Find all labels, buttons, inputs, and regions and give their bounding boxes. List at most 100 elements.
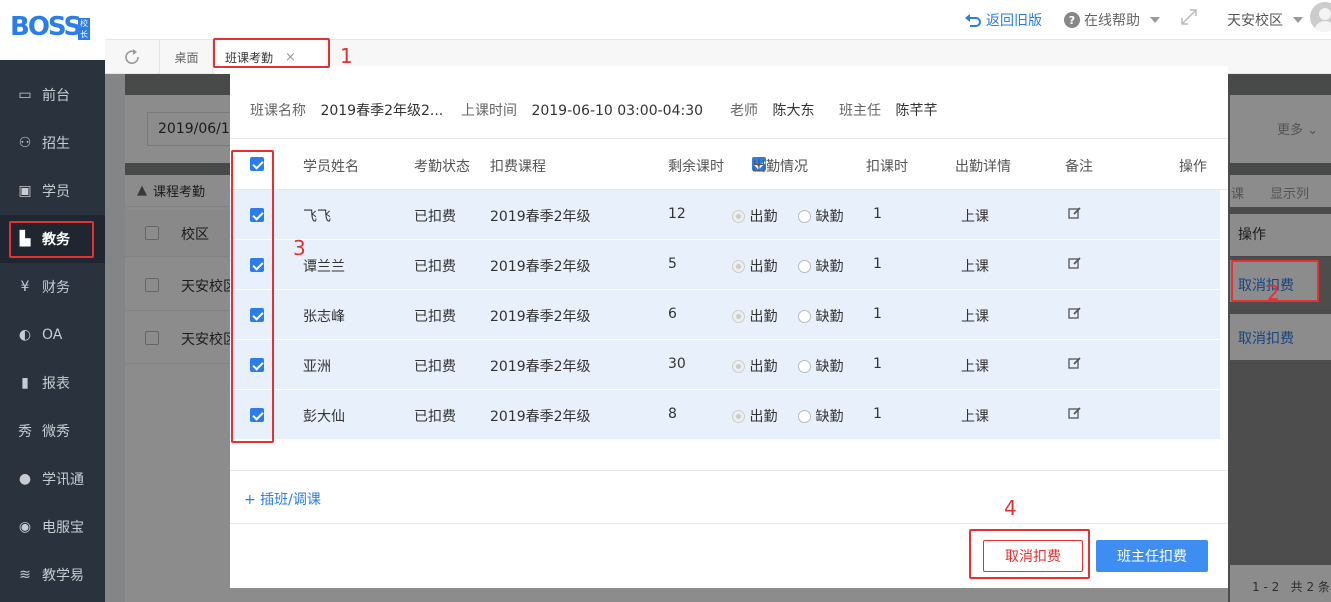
- back-old-version-link[interactable]: 返回旧版: [964, 10, 1042, 30]
- present-radio: [732, 410, 745, 423]
- annotation-number-4: 4: [1004, 496, 1017, 520]
- attendance-detail: 上课: [961, 309, 989, 325]
- sidebar-item-10[interactable]: ≋ 教学易: [0, 551, 105, 599]
- chat-icon: ◐: [18, 327, 32, 343]
- edit-note-icon[interactable]: [1068, 206, 1082, 224]
- absent-radio[interactable]: [798, 210, 811, 223]
- top-bar: 返回旧版 ? 在线帮助 天安校区: [105, 0, 1331, 40]
- campus-selector[interactable]: 天安校区: [1227, 10, 1303, 30]
- sidebar-item-label: 微秀: [42, 424, 70, 440]
- online-help-label: 在线帮助: [1084, 13, 1140, 29]
- head-teacher-charge-button[interactable]: 班主任扣费: [1096, 540, 1208, 572]
- absent-label: 缺勤: [815, 309, 844, 325]
- col-note: 备注: [1065, 159, 1093, 175]
- remaining-hours: 5: [668, 256, 677, 272]
- sidebar-item-8[interactable]: ● 学讯通: [0, 455, 105, 503]
- phone-icon: ◉: [18, 519, 32, 535]
- sidebar-item-7[interactable]: 秀微秀: [0, 407, 105, 455]
- sidebar-item-6[interactable]: ▮ 报表: [0, 359, 105, 407]
- absent-label: 缺勤: [815, 209, 844, 225]
- present-label: 出勤: [749, 259, 778, 275]
- student-name: 张志峰: [303, 309, 345, 325]
- col-attendance: 出勤情况: [752, 159, 808, 175]
- present-radio: [732, 360, 745, 373]
- location-icon: ●: [18, 471, 32, 487]
- student-name: 谭兰兰: [303, 259, 345, 275]
- edit-note-icon[interactable]: [1068, 256, 1082, 274]
- absent-option[interactable]: 缺勤: [798, 306, 843, 326]
- student-row: 谭兰兰 已扣费 2019春季2年级 5 出勤 缺勤 1 上课: [230, 240, 1220, 290]
- book-icon: ≋: [19, 567, 31, 583]
- divider: [230, 470, 1228, 471]
- student-row: 张志峰 已扣费 2019春季2年级 6 出勤 缺勤 1 上课: [230, 290, 1220, 340]
- present-label: 出勤: [749, 409, 778, 425]
- present-label: 出勤: [749, 309, 778, 325]
- avatar[interactable]: [1310, 2, 1331, 32]
- remaining-hours: 12: [668, 206, 686, 222]
- class-info: 班课名称 2019春季2年级2...: [250, 100, 443, 120]
- edit-note-icon[interactable]: [1068, 406, 1082, 424]
- sidebar-item-1[interactable]: ⚇ 招生: [0, 119, 105, 167]
- xiu-icon: 秀: [18, 424, 32, 440]
- online-help-menu[interactable]: ? 在线帮助: [1064, 10, 1160, 30]
- sidebar-item-5[interactable]: ◐ OA: [0, 311, 105, 359]
- student-name: 飞飞: [303, 209, 331, 225]
- sidebar-item-label: 教学易: [42, 568, 84, 584]
- sidebar-item-label: 前台: [42, 88, 70, 104]
- deduct-hours: 1: [873, 256, 882, 272]
- attendance-status: 已扣费: [414, 309, 456, 325]
- sidebar-item-label: 电服宝: [42, 520, 84, 536]
- logo: BOSS 校长: [0, 0, 105, 62]
- col-detail: 出勤详情: [955, 159, 1011, 175]
- attendance-detail: 上课: [961, 209, 989, 225]
- sidebar-item-9[interactable]: ◉ 电服宝: [0, 503, 105, 551]
- deduct-hours: 1: [873, 306, 882, 322]
- id-card-icon: ▣: [18, 183, 32, 199]
- absent-option[interactable]: 缺勤: [798, 206, 843, 226]
- head-teacher-label: 班主任: [839, 103, 881, 119]
- edit-note-icon[interactable]: [1068, 306, 1082, 324]
- edit-note-icon[interactable]: [1068, 356, 1082, 374]
- deduct-hours: 1: [873, 206, 882, 222]
- head-teacher-charge-label: 班主任扣费: [1117, 549, 1187, 565]
- present-option: 出勤: [732, 406, 777, 426]
- class-name-label: 班课名称: [250, 103, 306, 119]
- head-teacher: 班主任 陈芊芊: [839, 100, 937, 120]
- absent-radio[interactable]: [798, 260, 811, 273]
- absent-radio[interactable]: [798, 310, 811, 323]
- absent-radio[interactable]: [798, 410, 811, 423]
- absent-option[interactable]: 缺勤: [798, 256, 843, 276]
- sidebar-item-label: 报表: [42, 376, 70, 392]
- student-name: 彭大仙: [303, 409, 345, 425]
- col-deduct: 扣课时: [866, 159, 908, 175]
- teacher-value: 陈大东: [772, 103, 815, 119]
- class-time-label: 上课时间: [461, 103, 517, 119]
- charge-course: 2019春季2年级: [490, 309, 591, 325]
- tab-desktop[interactable]: 桌面: [161, 40, 213, 74]
- divider: [230, 523, 1228, 524]
- remaining-hours: 30: [668, 356, 686, 372]
- add-transfer-link[interactable]: + 插班/调课: [244, 489, 321, 509]
- absent-radio[interactable]: [798, 360, 811, 373]
- fullscreen-icon[interactable]: [1180, 8, 1198, 30]
- back-old-version-label: 返回旧版: [986, 13, 1042, 29]
- student-table-header: 学员姓名 考勤状态 扣费课程 剩余课时 出勤情况 扣课时 出勤详情 备注 操作: [230, 138, 1228, 190]
- bar-chart-icon: ▮: [21, 375, 29, 391]
- refresh-icon[interactable]: [105, 40, 160, 74]
- sidebar-item-label: 学员: [42, 184, 70, 200]
- remaining-hours: 8: [668, 406, 677, 422]
- absent-option[interactable]: 缺勤: [798, 356, 843, 376]
- sidebar-item-label: OA: [42, 327, 63, 343]
- sidebar-item-4[interactable]: ¥ 财务: [0, 263, 105, 311]
- calendar-icon: ▭: [18, 87, 32, 103]
- help-icon: ?: [1064, 12, 1080, 28]
- annotation-box-3: [231, 150, 274, 443]
- sidebar-item-0[interactable]: ▭ 前台: [0, 71, 105, 119]
- present-option: 出勤: [732, 306, 777, 326]
- sidebar-item-2[interactable]: ▣ 学员: [0, 167, 105, 215]
- user-add-icon: ⚇: [18, 135, 32, 151]
- student-row: 彭大仙 已扣费 2019春季2年级 8 出勤 缺勤 1 上课: [230, 390, 1220, 440]
- absent-option[interactable]: 缺勤: [798, 406, 843, 426]
- absent-label: 缺勤: [815, 359, 844, 375]
- annotation-box-1: [213, 38, 330, 68]
